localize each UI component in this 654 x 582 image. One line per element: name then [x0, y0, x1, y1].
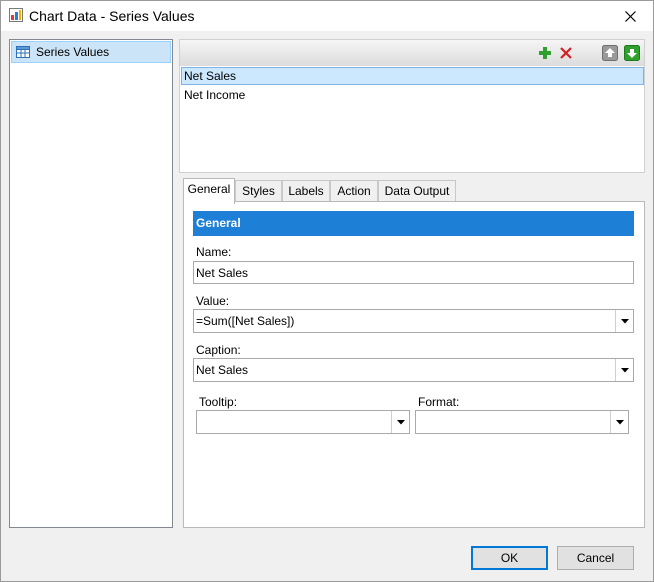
add-icon: [539, 47, 551, 59]
tab-labels[interactable]: Labels: [282, 180, 330, 203]
chevron-down-icon: [620, 367, 629, 372]
delete-series-button[interactable]: [558, 45, 574, 61]
series-toolbar: [180, 40, 644, 66]
title-bar: Chart Data - Series Values: [1, 1, 653, 31]
chevron-down-icon: [396, 419, 405, 424]
tree-item-label: Series Values: [36, 45, 110, 59]
cancel-button[interactable]: Cancel: [557, 546, 634, 570]
value-combobox[interactable]: =Sum([Net Sales]): [193, 309, 634, 333]
value-label: Value:: [196, 294, 230, 308]
tooltip-label: Tooltip:: [199, 395, 238, 409]
move-down-icon: [624, 45, 640, 61]
move-down-button[interactable]: [624, 45, 640, 61]
format-combobox[interactable]: [415, 410, 629, 434]
caption-label: Caption:: [196, 343, 241, 357]
series-list-panel: Net Sales Net Income: [179, 39, 645, 173]
tooltip-combobox[interactable]: [196, 410, 410, 434]
tab-styles[interactable]: Styles: [235, 180, 282, 203]
chevron-down-icon: [615, 419, 624, 424]
format-dropdown-button[interactable]: [610, 411, 628, 433]
category-tree: Series Values: [9, 39, 173, 528]
table-icon: [16, 46, 30, 58]
caption-combobox-text: Net Sales: [196, 363, 249, 377]
move-up-icon: [602, 45, 618, 61]
chevron-down-icon: [620, 318, 629, 323]
general-tab-panel: General Name: Value: =Sum([Net Sales]) C…: [183, 201, 645, 528]
close-button[interactable]: [607, 1, 653, 31]
name-label: Name:: [196, 245, 232, 259]
add-series-button[interactable]: [537, 45, 553, 61]
series-item-net-income[interactable]: Net Income: [181, 86, 644, 104]
move-up-button[interactable]: [602, 45, 618, 61]
tooltip-dropdown-button[interactable]: [391, 411, 409, 433]
caption-combobox[interactable]: Net Sales: [193, 358, 634, 382]
chart-data-dialog: Chart Data - Series Values Series Values: [0, 0, 654, 582]
close-icon: [624, 10, 636, 22]
caption-dropdown-button[interactable]: [615, 359, 633, 381]
value-combobox-text: =Sum([Net Sales]): [196, 314, 295, 328]
value-dropdown-button[interactable]: [615, 310, 633, 332]
window-title: Chart Data - Series Values: [29, 8, 195, 24]
delete-icon: [560, 47, 572, 59]
series-item-net-sales[interactable]: Net Sales: [181, 67, 644, 85]
app-icon: [9, 8, 23, 22]
format-label: Format:: [418, 395, 460, 409]
tab-data-output[interactable]: Data Output: [378, 180, 456, 203]
tree-item-series-values[interactable]: Series Values: [11, 41, 171, 63]
name-input[interactable]: [193, 261, 634, 284]
ok-button[interactable]: OK: [471, 546, 548, 570]
tab-action[interactable]: Action: [330, 180, 378, 203]
tab-general[interactable]: General: [183, 178, 235, 204]
section-header: General: [193, 211, 634, 236]
